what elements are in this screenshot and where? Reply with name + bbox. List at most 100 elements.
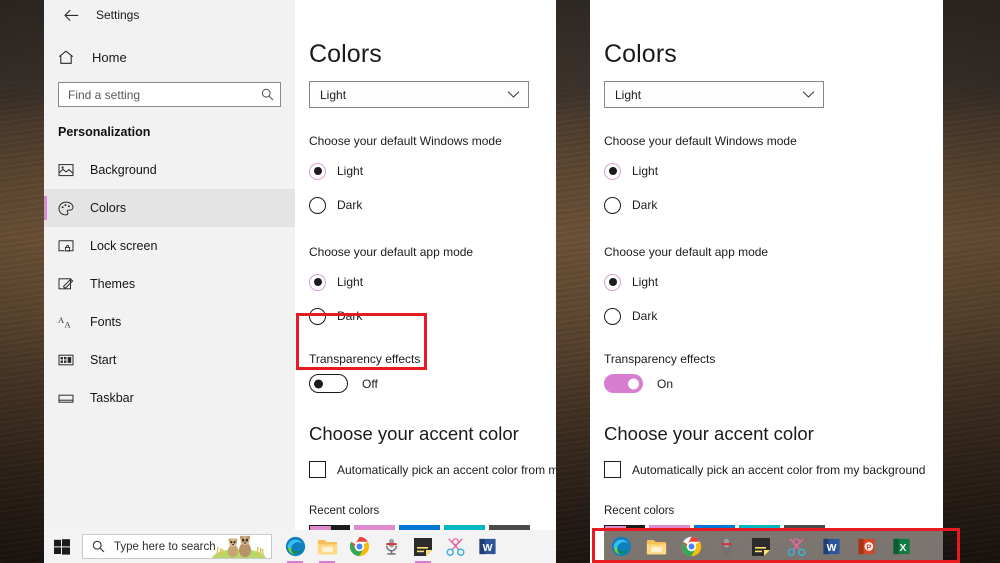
theme-select[interactable]: Light [604, 81, 824, 108]
app-mode-light-radio[interactable]: Light [309, 268, 556, 296]
microphone-tool-icon[interactable] [711, 532, 741, 562]
radio-indicator [604, 197, 621, 214]
radio-indicator [309, 308, 326, 325]
chevron-down-icon [802, 90, 815, 99]
colors-pane-left: Colors Light Choose your default Windows… [295, 0, 556, 531]
radio-indicator [309, 274, 326, 291]
sidebar-item-lock-screen-label: Lock screen [90, 239, 157, 253]
windows-mode-light-radio[interactable]: Light [309, 157, 556, 185]
auto-accent-label: Automatically pick an accent color from … [632, 463, 925, 477]
sidebar-item-themes[interactable]: Themes [44, 265, 295, 303]
word-icon[interactable]: W [816, 532, 846, 562]
app-mode-dark-radio[interactable]: Dark [309, 302, 556, 330]
palette-icon [58, 201, 82, 216]
back-arrow-icon[interactable] [56, 3, 86, 27]
sidebar-item-colors[interactable]: Colors [44, 189, 295, 227]
sidebar-item-lock-screen[interactable]: Lock screen [44, 227, 295, 265]
auto-accent-checkbox[interactable] [604, 461, 621, 478]
sticky-notes-icon[interactable] [746, 532, 776, 562]
transparency-effects-state: Off [362, 377, 378, 391]
accent-color-heading: Choose your accent color [604, 423, 943, 445]
taskbar-search-placeholder: Type here to search [114, 541, 216, 553]
windows-mode-dark-label: Dark [632, 198, 657, 212]
radio-indicator [309, 197, 326, 214]
radio-indicator [604, 163, 621, 180]
settings-titlebar: Settings [44, 0, 295, 30]
fonts-icon: A A [58, 315, 82, 329]
file-explorer-icon[interactable] [641, 532, 671, 562]
snipping-tool-icon[interactable] [781, 532, 811, 562]
image-icon [58, 163, 82, 177]
radio-indicator [309, 163, 326, 180]
powerpoint-icon[interactable]: P [851, 532, 881, 562]
theme-select-value: Light [320, 88, 346, 102]
recent-colors-label: Recent colors [309, 505, 556, 517]
taskbar-left-apps: W [280, 532, 502, 562]
microphone-tool-icon[interactable] [376, 532, 406, 562]
taskbar-right: W P X [590, 530, 943, 563]
sidebar-item-colors-label: Colors [90, 201, 126, 215]
word-icon[interactable]: W [472, 532, 502, 562]
transparency-effects-row[interactable]: Off [309, 374, 556, 393]
chrome-icon[interactable] [344, 532, 374, 562]
sidebar-item-fonts[interactable]: A A Fonts [44, 303, 295, 341]
taskbar-search-box[interactable]: Type here to search [82, 534, 272, 559]
taskbar-right-left-edge [590, 530, 604, 563]
windows-mode-light-radio[interactable]: Light [604, 157, 943, 185]
transparency-effects-label: Transparency effects [309, 352, 556, 366]
file-explorer-icon[interactable] [312, 532, 342, 562]
app-mode-light-label: Light [337, 275, 363, 289]
colors-pane-right: Colors Light Choose your default Windows… [590, 0, 943, 531]
sidebar-item-start[interactable]: Start [44, 341, 295, 379]
app-mode-dark-radio[interactable]: Dark [604, 302, 943, 330]
transparency-effects-state: On [657, 377, 673, 391]
transparency-effects-row[interactable]: On [604, 374, 943, 393]
settings-window-left: Settings Home Person [44, 0, 556, 531]
edge-icon[interactable] [280, 532, 310, 562]
theme-select[interactable]: Light [309, 81, 529, 108]
sticky-notes-icon[interactable] [408, 532, 438, 562]
sidebar-category-heading: Personalization [58, 125, 295, 139]
app-mode-light-radio[interactable]: Light [604, 268, 943, 296]
start-tiles-icon [58, 353, 82, 367]
page-title: Colors [604, 40, 943, 69]
home-icon [58, 50, 84, 65]
excel-icon[interactable]: X [886, 532, 916, 562]
windows-mode-dark-radio[interactable]: Dark [604, 191, 943, 219]
sidebar-item-background[interactable]: Background [44, 151, 295, 189]
taskbar-right-apps: W P X [606, 532, 916, 562]
snipping-tool-icon[interactable] [440, 532, 470, 562]
taskbar-left: Type here to search [44, 530, 556, 563]
sidebar-item-taskbar-label: Taskbar [90, 391, 134, 405]
search-icon[interactable] [261, 88, 274, 101]
search-input[interactable] [68, 88, 261, 102]
windows-mode-label: Choose your default Windows mode [309, 134, 556, 148]
settings-search-box[interactable] [58, 82, 281, 107]
radio-indicator [604, 274, 621, 291]
sidebar-item-fonts-label: Fonts [90, 315, 121, 329]
auto-accent-checkbox-row[interactable]: Automatically pick an accent color from … [604, 461, 943, 478]
sidebar-item-home[interactable]: Home [44, 42, 295, 72]
themes-brush-icon [58, 277, 82, 291]
chrome-icon[interactable] [676, 532, 706, 562]
sidebar-item-start-label: Start [90, 353, 116, 367]
edge-icon[interactable] [606, 532, 636, 562]
app-mode-label: Choose your default app mode [309, 245, 556, 259]
sidebar-item-taskbar[interactable]: Taskbar [44, 379, 295, 417]
auto-accent-label: Automatically pick an accent color from … [337, 463, 556, 477]
auto-accent-checkbox[interactable] [309, 461, 326, 478]
settings-window-right: Colors Light Choose your default Windows… [590, 0, 943, 531]
meerkats-illustration [209, 534, 269, 558]
recent-colors-label: Recent colors [604, 505, 943, 517]
auto-accent-checkbox-row[interactable]: Automatically pick an accent color from … [309, 461, 556, 478]
transparency-effects-toggle[interactable] [604, 374, 643, 393]
start-button[interactable] [44, 530, 80, 563]
sidebar-item-themes-label: Themes [90, 277, 135, 291]
windows-mode-dark-radio[interactable]: Dark [309, 191, 556, 219]
svg-text:W: W [826, 543, 836, 554]
sidebar-item-home-label: Home [92, 50, 127, 65]
app-mode-dark-label: Dark [632, 309, 657, 323]
transparency-effects-label: Transparency effects [604, 352, 943, 366]
transparency-effects-toggle[interactable] [309, 374, 348, 393]
windows-mode-label: Choose your default Windows mode [604, 134, 943, 148]
